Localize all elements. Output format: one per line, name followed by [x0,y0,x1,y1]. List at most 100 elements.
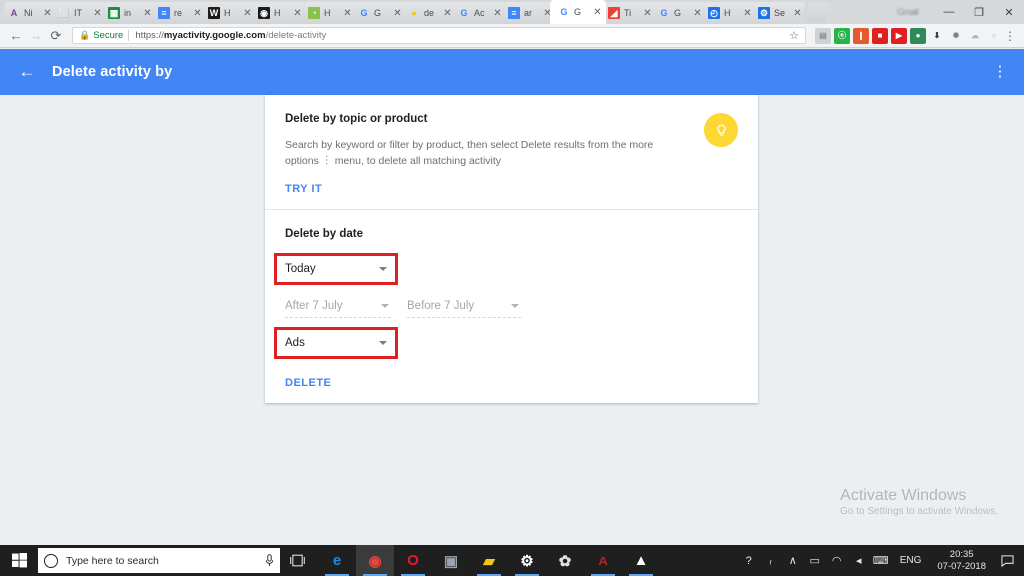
browser-tab[interactable]: ● de ✕ [400,2,456,24]
close-tab-icon[interactable]: ✕ [793,9,802,18]
browser-tab-title: IT [74,8,82,18]
app-glyph: O [407,552,419,569]
close-window-button[interactable]: ✕ [994,0,1024,24]
puzzle-extension-icon[interactable]: ✹ [948,28,964,44]
back-arrow-icon[interactable]: ← [14,59,40,85]
user-share-icon[interactable]: ᵣ [760,545,782,576]
google-sheets-icon: ▦ [109,7,119,18]
recorder-extension-icon[interactable]: ■ [872,27,888,44]
minimize-button[interactable]: — [934,0,964,24]
adobe-reader-icon[interactable]: ᴀ [584,545,622,576]
app-window-icon[interactable]: ▣ [432,545,470,576]
browser-tab[interactable]: ⚙ Se ✕ [750,2,806,24]
after-date-dropdown[interactable]: After 7 July [285,294,391,318]
product-dropdown[interactable]: Ads [285,331,389,355]
close-tab-icon[interactable]: ✕ [343,9,352,18]
browser-tab[interactable]: G G ✕ [350,2,406,24]
android-icon: ◔ [308,7,320,19]
try-it-button[interactable]: TRY IT [285,183,738,195]
forward-button[interactable]: → [26,26,46,46]
close-tab-icon[interactable]: ✕ [393,9,402,18]
close-tab-icon[interactable]: ✕ [743,9,752,18]
close-tab-icon[interactable]: ✕ [593,7,602,17]
back-button[interactable]: ← [6,26,26,46]
volume-icon[interactable]: ◂ [848,545,870,576]
maximize-restore-button[interactable]: ❐ [964,0,994,24]
delete-activity-card: Delete by topic or product Search by key… [265,95,758,403]
photos-app-icon[interactable]: ▲ [622,545,660,576]
period-dropdown-highlight: Today [274,253,398,285]
language-indicator[interactable]: ENG [892,555,930,566]
help-support-icon[interactable]: ? [738,545,760,576]
browser-tab[interactable]: ≡ re ✕ [150,2,206,24]
settings-gear-icon[interactable]: ⚙ [508,545,546,576]
overflow-menu-icon[interactable]: ⋮ [990,64,1010,79]
start-button[interactable] [0,545,38,576]
wifi-icon[interactable]: ◠ [826,545,848,576]
browser-tab[interactable]: ◴ H ✕ [700,2,756,24]
browser-tab[interactable]: W H ✕ [200,2,256,24]
browser-tab[interactable]: A Ni ✕ [0,2,56,24]
browser-tab[interactable]: ⬜ IT ✕ [50,2,106,24]
close-tab-icon[interactable]: ✕ [693,9,702,18]
browser-tab[interactable]: ▦ in ✕ [100,2,156,24]
wikipedia-icon: W [209,8,219,18]
browser-tab[interactable]: ◉ H ✕ [250,2,306,24]
profile-avatar-icon[interactable]: ○ [986,28,1002,44]
globe-extension-icon[interactable]: ● [910,27,926,44]
delete-button[interactable]: DELETE [285,377,738,389]
browser-tab[interactable]: G Ac ✕ [450,2,506,24]
video-download-extension-icon[interactable]: ▶ [891,27,907,44]
delete-by-date-section: Delete by date Today After 7 July Before… [265,209,758,403]
close-tab-icon[interactable]: ✕ [493,9,502,18]
microsoft-edge-icon[interactable]: e [318,545,356,576]
close-tab-icon[interactable]: ✕ [93,9,102,18]
action-center-button[interactable] [994,545,1020,576]
period-dropdown-value: Today [285,263,316,275]
browser-tab[interactable]: G G ✕ [650,2,706,24]
period-dropdown[interactable]: Today [285,257,389,281]
keyboard-icon[interactable]: ⌨ [870,545,892,576]
browser-tab-title: in [124,8,132,18]
cloud-extension-icon[interactable]: ☁ [967,28,983,44]
browser-tab-title: H [324,8,331,18]
paint-app-icon[interactable]: ✿ [546,545,584,576]
google-chrome-icon[interactable]: ◉ [356,545,394,576]
close-tab-icon[interactable]: ✕ [193,9,202,18]
opera-icon[interactable]: O [394,545,432,576]
app-glyph: ✿ [558,552,572,570]
taskbar-search-box[interactable]: Type here to search [38,548,280,573]
chevron-down-icon [381,303,389,308]
browser-tab[interactable]: ◔ H ✕ [300,2,356,24]
bookmark-star-icon[interactable]: ☆ [789,29,799,42]
close-tab-icon[interactable]: ✕ [243,9,252,18]
reload-button[interactable]: ⟳ [46,26,66,46]
app-header-bar: ← Delete activity by ⋮ [0,49,1024,95]
before-date-dropdown[interactable]: Before 7 July [407,294,521,318]
close-tab-icon[interactable]: ✕ [643,9,652,18]
camera-icon: ◉ [258,7,270,19]
close-tab-icon[interactable]: ✕ [293,9,302,18]
close-tab-icon[interactable]: ✕ [43,9,52,18]
letter-a-icon: A [10,8,18,18]
windows-taskbar: Type here to search e ◉ O ▣ ▰ ⚙ ✿ ᴀ ▲ ? ᵣ ∧ ▭ ◠ ◂ ⌨ EN… [0,545,1024,576]
evernote-extension-icon[interactable]: ⓔ [834,27,850,44]
app-glyph: ▣ [443,552,459,570]
image-extension-icon[interactable]: ▤ [815,27,831,44]
show-hidden-icons-chevron[interactable]: ∧ [782,545,804,576]
lastpass-extension-icon[interactable]: ❙ [853,27,869,44]
task-view-button[interactable] [280,545,314,576]
browser-tab[interactable]: ≡ ar ✕ [500,2,556,24]
browser-tab[interactable]: G G ✕ [550,0,606,24]
close-tab-icon[interactable]: ✕ [143,9,152,18]
battery-icon[interactable]: ▭ [804,545,826,576]
taskbar-clock[interactable]: 20:35 07-07-2018 [929,549,994,573]
new-tab-button[interactable] [804,3,830,23]
address-bar[interactable]: 🔒 Secure https:// myactivity.google.com … [72,27,806,44]
download-arrow-icon[interactable]: ⬇ [929,28,945,44]
file-explorer-icon[interactable]: ▰ [470,545,508,576]
clock-date: 07-07-2018 [937,560,986,572]
chrome-menu-icon[interactable]: ⋮ [1002,30,1018,42]
browser-tab[interactable]: ◢ Ti ✕ [600,2,656,24]
close-tab-icon[interactable]: ✕ [443,9,452,18]
